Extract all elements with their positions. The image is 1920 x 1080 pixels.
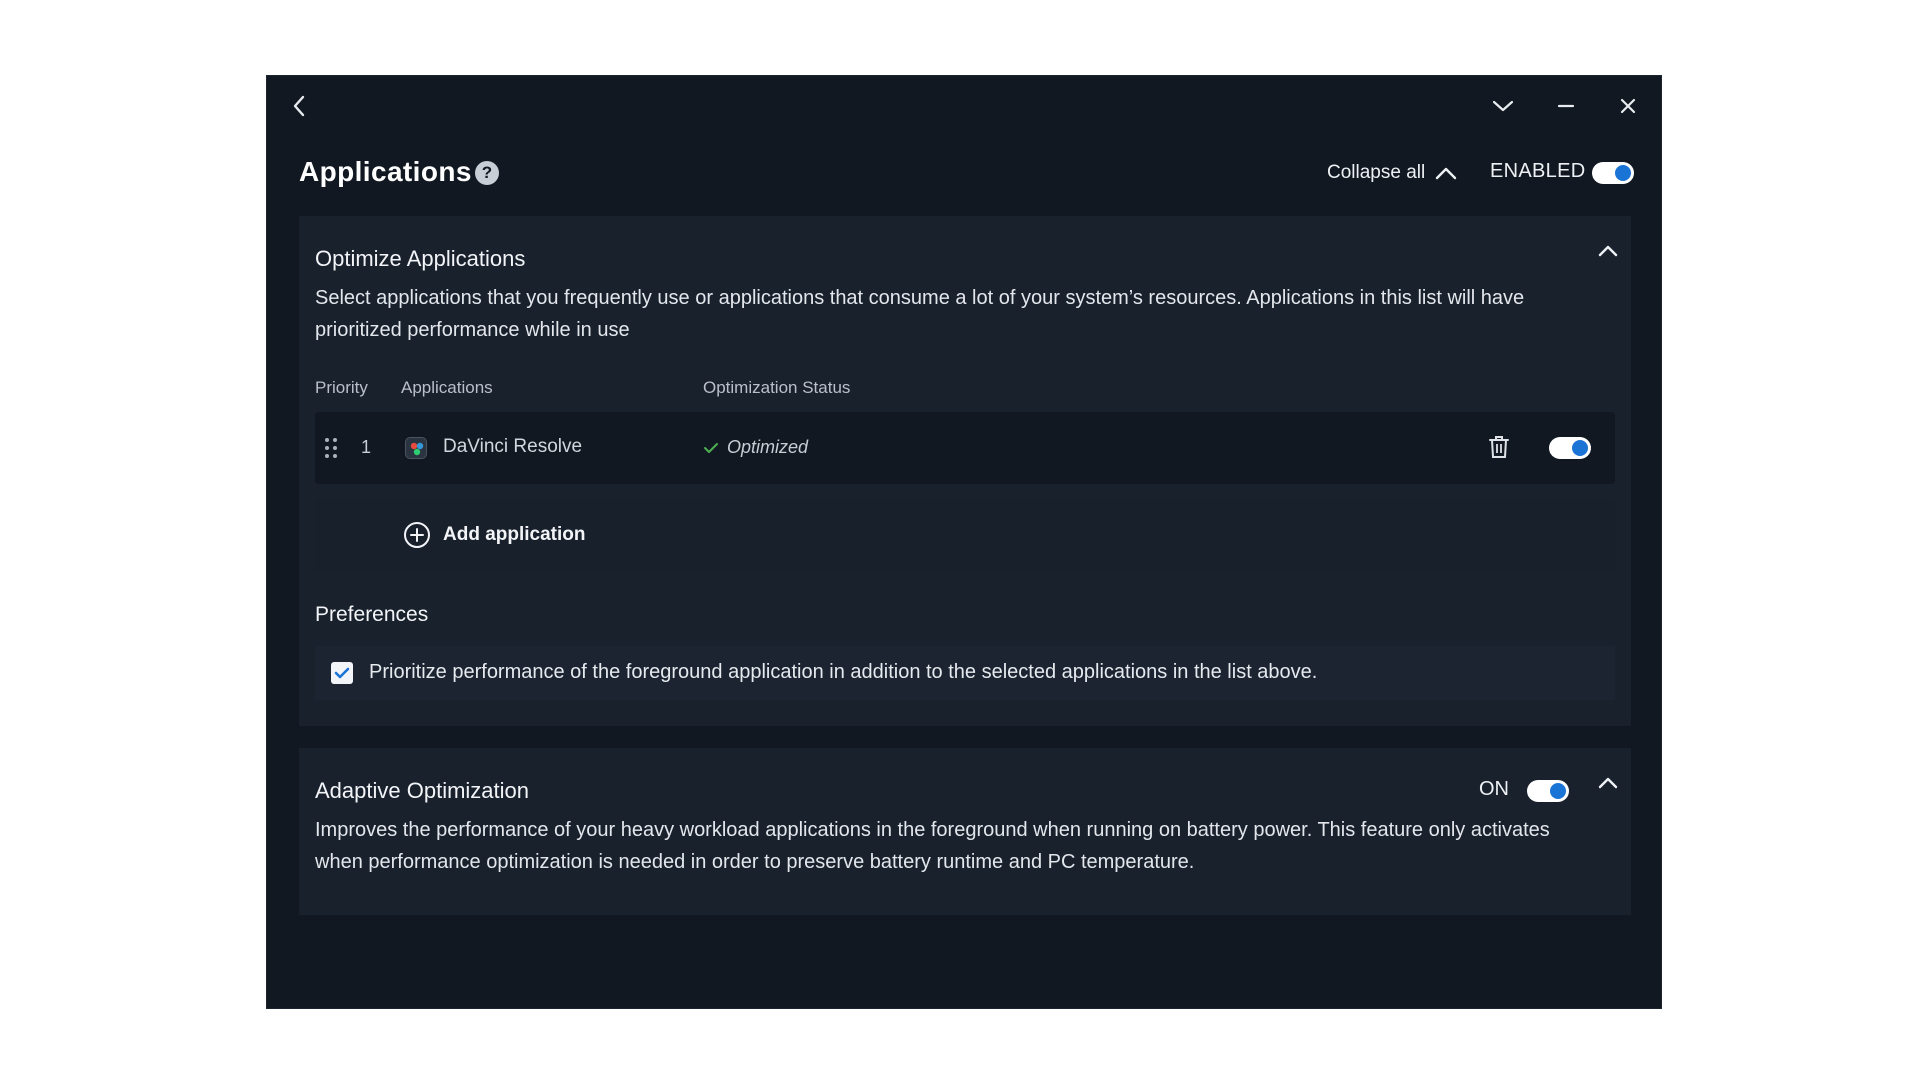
collapse-all-label: Collapse all bbox=[1327, 162, 1426, 183]
collapse-all-button[interactable]: Collapse all bbox=[1327, 158, 1457, 188]
chevron-up-icon bbox=[1598, 245, 1618, 257]
adaptive-toggle[interactable] bbox=[1527, 780, 1569, 802]
status-label: Optimized bbox=[727, 437, 809, 457]
column-header-status: Optimization Status bbox=[703, 378, 851, 397]
adaptive-state-label: ON bbox=[1479, 778, 1509, 800]
optimization-status: Optimized bbox=[703, 437, 808, 458]
collapse-optimize-button[interactable] bbox=[1593, 236, 1623, 266]
toggle-knob bbox=[1615, 165, 1631, 181]
app-window: Applications ? Collapse all ENABLED Opti… bbox=[266, 75, 1662, 1009]
chevron-down-icon bbox=[1492, 100, 1514, 112]
toggle-knob bbox=[1550, 783, 1566, 799]
plus-circle-icon bbox=[404, 522, 430, 548]
priority-number: 1 bbox=[361, 437, 372, 457]
add-application-button[interactable]: Add application bbox=[403, 521, 586, 549]
expand-window-button[interactable] bbox=[1485, 88, 1521, 124]
help-icon[interactable]: ? bbox=[475, 161, 499, 185]
app-name: DaVinci Resolve bbox=[443, 436, 583, 457]
preferences-title: Preferences bbox=[315, 603, 429, 626]
section-title: Adaptive Optimization bbox=[315, 778, 529, 803]
chevron-up-icon bbox=[1598, 777, 1618, 789]
preference-option: Prioritize performance of the foreground… bbox=[315, 646, 1615, 700]
add-application-label: Add application bbox=[443, 524, 586, 545]
adaptive-optimization-panel: Adaptive Optimization ON Improves the pe… bbox=[299, 748, 1631, 915]
delete-app-button[interactable] bbox=[1487, 434, 1511, 465]
column-header-priority: Priority bbox=[315, 378, 368, 397]
table-row: 1 DaVinci Resolve Optimized bbox=[315, 412, 1615, 484]
column-header-applications: Applications bbox=[401, 378, 493, 397]
drag-handle-icon[interactable] bbox=[325, 438, 339, 458]
enabled-label: ENABLED bbox=[1490, 160, 1586, 182]
minimize-icon bbox=[1557, 104, 1575, 108]
optimize-applications-panel: Optimize Applications Select application… bbox=[299, 216, 1631, 726]
checkmark-icon bbox=[334, 667, 350, 679]
back-button[interactable] bbox=[281, 88, 317, 124]
foreground-priority-checkbox[interactable] bbox=[331, 662, 353, 684]
minimize-button[interactable] bbox=[1548, 88, 1584, 124]
page-title: Applications bbox=[299, 156, 472, 187]
checkmark-icon bbox=[704, 442, 718, 453]
preference-label: Prioritize performance of the foreground… bbox=[369, 661, 1318, 683]
section-description: Select applications that you frequently … bbox=[315, 287, 1525, 341]
chevron-up-icon bbox=[1436, 167, 1457, 180]
close-button[interactable] bbox=[1610, 88, 1646, 124]
enabled-toggle[interactable] bbox=[1592, 162, 1634, 184]
trash-icon bbox=[1489, 436, 1509, 458]
chevron-left-icon bbox=[293, 95, 305, 117]
toggle-knob bbox=[1572, 440, 1588, 456]
collapse-adaptive-button[interactable] bbox=[1593, 768, 1623, 798]
section-description: Improves the performance of your heavy w… bbox=[315, 819, 1550, 873]
add-application-row: Add application bbox=[315, 499, 1615, 571]
app-enabled-toggle[interactable] bbox=[1549, 437, 1591, 459]
close-icon bbox=[1620, 98, 1636, 114]
davinci-resolve-icon bbox=[405, 437, 427, 459]
section-title: Optimize Applications bbox=[315, 246, 526, 271]
